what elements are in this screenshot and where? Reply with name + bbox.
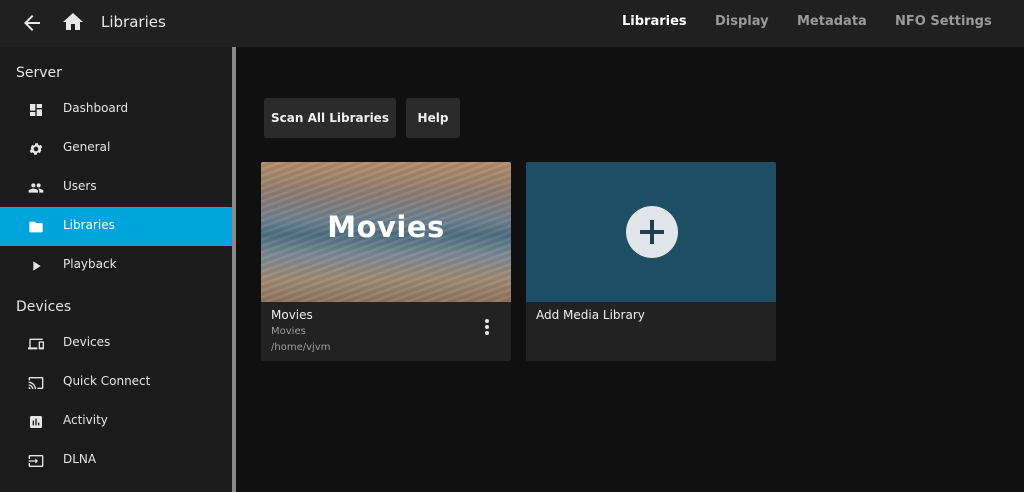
- sidebar-item-dashboard[interactable]: Dashboard: [0, 90, 232, 129]
- sidebar-item-label: Playback: [63, 257, 117, 271]
- plus-icon: [640, 220, 664, 244]
- sidebar-item-label: Users: [63, 179, 97, 193]
- sidebar-item-label: Activity: [63, 413, 108, 427]
- sidebar-item-label: Dashboard: [63, 101, 129, 115]
- library-name: Movies: [271, 308, 313, 322]
- dashboard-icon: [30, 104, 42, 116]
- more-vert-icon[interactable]: [480, 317, 494, 337]
- sidebar-item-dlna[interactable]: DLNA: [0, 441, 232, 480]
- tab-libraries[interactable]: Libraries: [622, 14, 687, 29]
- tab-metadata[interactable]: Metadata: [797, 14, 867, 29]
- devices-icon: [28, 338, 44, 350]
- sidebar-item-label: DLNA: [63, 452, 97, 466]
- add-media-library-card[interactable]: Add Media Library: [526, 162, 776, 361]
- sidebar-item-label: General: [63, 140, 111, 154]
- sidebar-section-devices: Devices: [16, 299, 72, 315]
- users-icon: [28, 183, 44, 193]
- sidebar-item-general[interactable]: General: [0, 129, 232, 168]
- sidebar-item-devices[interactable]: Devices: [0, 324, 232, 363]
- sidebar-item-activity[interactable]: Activity: [0, 402, 232, 441]
- play-icon: [33, 261, 41, 271]
- library-banner[interactable]: Movies: [261, 162, 511, 302]
- library-banner-title: Movies: [327, 210, 445, 244]
- add-library-label: Add Media Library: [536, 308, 645, 322]
- sidebar-item-label: Libraries: [63, 218, 115, 232]
- sidebar-section-server: Server: [16, 65, 62, 81]
- top-bar: Libraries Libraries Display Metadata NFO…: [0, 0, 1024, 47]
- page-title: Libraries: [101, 13, 166, 31]
- sidebar: Server Dashboard General Users Libraries…: [0, 47, 232, 492]
- sidebar-scrollbar[interactable]: [232, 47, 236, 492]
- sidebar-item-label: Quick Connect: [63, 374, 151, 388]
- library-type: Movies: [271, 326, 306, 337]
- plus-button[interactable]: [626, 206, 678, 258]
- gear-icon: [29, 143, 43, 155]
- tab-display[interactable]: Display: [715, 14, 769, 29]
- sidebar-item-users[interactable]: Users: [0, 168, 232, 207]
- activity-icon: [30, 416, 42, 428]
- back-arrow-icon[interactable]: [20, 11, 44, 35]
- tab-nfo-settings[interactable]: NFO Settings: [895, 14, 992, 29]
- add-library-tile[interactable]: [526, 162, 776, 302]
- help-button[interactable]: Help: [406, 98, 460, 138]
- sidebar-item-playback[interactable]: Playback: [0, 246, 232, 285]
- sidebar-item-libraries[interactable]: Libraries: [0, 207, 232, 246]
- sidebar-item-label: Devices: [63, 335, 111, 349]
- folder-icon: [29, 221, 43, 233]
- library-card-movies[interactable]: Movies Movies Movies /home/vjvm: [261, 162, 511, 361]
- library-path: /home/vjvm: [271, 342, 331, 353]
- cast-icon: [28, 377, 44, 389]
- input-icon: [28, 455, 44, 467]
- scan-all-libraries-button[interactable]: Scan All Libraries: [264, 98, 396, 138]
- sidebar-item-quick-connect[interactable]: Quick Connect: [0, 363, 232, 402]
- home-icon[interactable]: [61, 10, 85, 34]
